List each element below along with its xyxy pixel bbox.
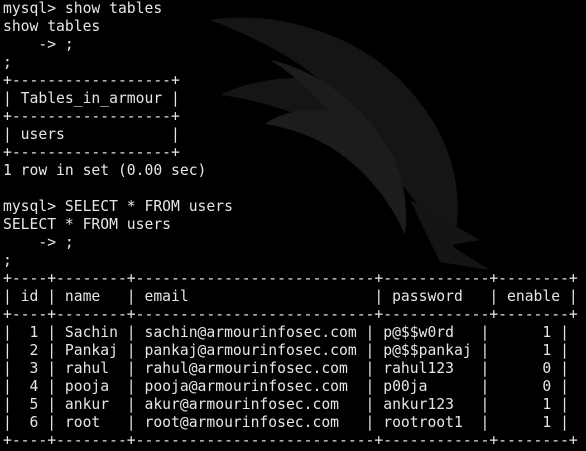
terminal-output: mysql> show tables show tables -> ;; +----… — [3, 0, 578, 450]
terminal-line: +----+--------+-------------------------… — [3, 432, 578, 449]
terminal-line: | 4 | pooja | pooja@armourinfosec.com | … — [3, 378, 569, 395]
terminal-line: +----+--------+-------------------------… — [3, 270, 578, 287]
terminal-line: | 2 | Pankaj | pankaj@armourinfosec.com … — [3, 342, 569, 359]
terminal-line: -> ; — [3, 234, 74, 251]
terminal-line: +------------------+ — [3, 108, 180, 125]
terminal-line: | id | name | email | password | enable … — [3, 288, 578, 305]
terminal-line: SELECT * FROM users — [3, 216, 172, 233]
terminal-line: ; — [3, 252, 12, 269]
terminal-line: | Tables_in_armour | — [3, 90, 180, 107]
terminal-line: | users | — [3, 126, 180, 143]
terminal-line: +------------------+ — [3, 144, 180, 161]
terminal-line: mysql> SELECT * FROM users — [3, 198, 233, 215]
terminal-window[interactable]: mysql> show tables show tables -> ;; +----… — [0, 0, 586, 451]
terminal-line: +----+--------+-------------------------… — [3, 306, 578, 323]
terminal-line: | 1 | Sachin | sachin@armourinfosec.com … — [3, 324, 569, 341]
terminal-line: +------------------+ — [3, 72, 180, 89]
terminal-line: | 5 | ankur | akur@armourinfosec.com | a… — [3, 396, 569, 413]
terminal-line: show tables — [3, 18, 101, 35]
terminal-line: | 6 | root | root@armourinfosec.com | ro… — [3, 414, 569, 431]
terminal-line: mysql> show tables — [3, 0, 163, 17]
terminal-line: -> ; — [3, 36, 74, 53]
terminal-line: ; — [3, 54, 12, 71]
terminal-line: | 3 | rahul | rahul@armourinfosec.com | … — [3, 360, 569, 377]
terminal-line: 1 row in set (0.00 sec) — [3, 162, 207, 179]
